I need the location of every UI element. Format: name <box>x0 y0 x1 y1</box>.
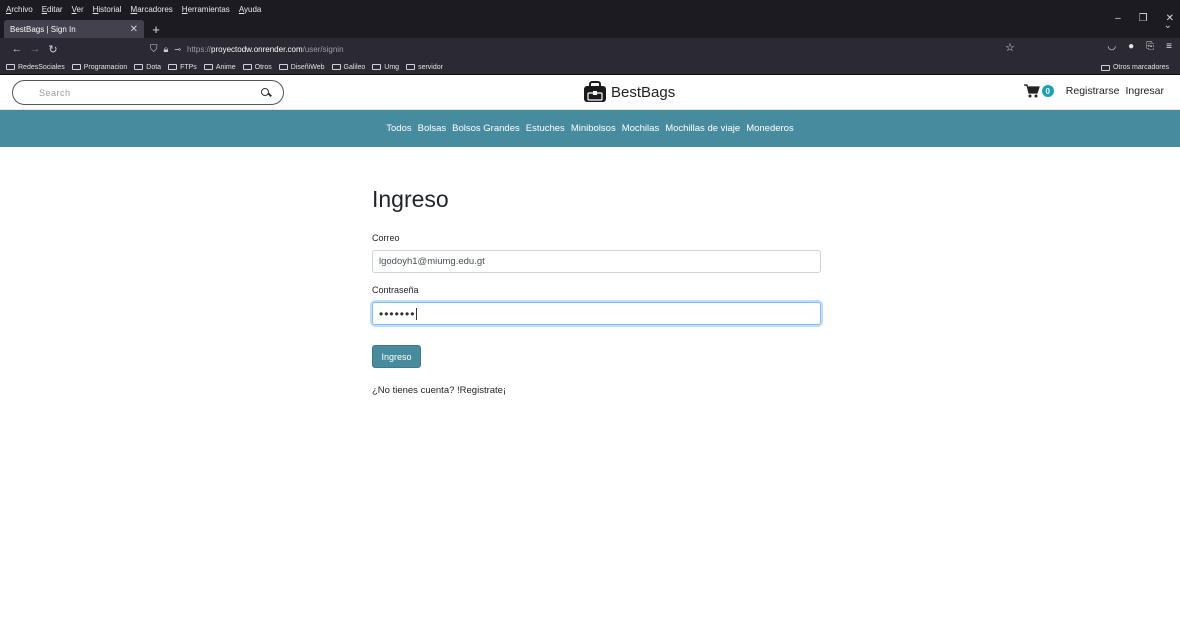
bookmark-folder[interactable]: FTPs <box>168 64 197 71</box>
text-cursor <box>416 307 418 320</box>
bookmark-folder[interactable]: DiseñiWeb <box>278 64 325 71</box>
folder-icon <box>71 64 81 70</box>
toolbar-right: ◡ ● ⎘ ≡ <box>1107 41 1172 52</box>
extensions-icon[interactable]: ⎘ <box>1146 41 1154 52</box>
category-mochilas[interactable]: Mochilas <box>622 123 660 134</box>
forward-arrow-icon[interactable]: → <box>26 43 44 55</box>
category-nav: Todos Bolsas Bolsos Grandes Estuches Min… <box>0 110 1180 147</box>
account-icon[interactable]: ● <box>1128 41 1134 52</box>
close-tab-icon[interactable]: ✕ <box>130 24 138 35</box>
bookmark-folder[interactable]: RedesSociales <box>6 64 65 71</box>
bookmarks-bar: RedesSociales Programacion Dota FTPs Ani… <box>0 60 1180 75</box>
folder-icon <box>134 64 144 70</box>
category-estuches[interactable]: Estuches <box>526 123 565 134</box>
category-monederos[interactable]: Monederos <box>746 123 794 134</box>
brand-name: BestBags <box>611 83 676 101</box>
bag-logo-icon <box>584 81 606 102</box>
password-value: ••••••• <box>379 306 416 321</box>
folder-icon <box>278 64 288 70</box>
email-field[interactable] <box>372 250 821 273</box>
bookmark-folder[interactable]: Umg <box>372 64 399 71</box>
pocket-icon[interactable]: ◡ <box>1107 41 1116 52</box>
category-mochillas-de-viaje[interactable]: Mochillas de viaje <box>665 123 740 134</box>
bookmark-star-icon[interactable]: ☆ <box>1005 41 1015 54</box>
chevron-down-icon[interactable]: ⌄ <box>1164 20 1172 31</box>
menu-herramientas[interactable]: Herramientas <box>182 5 230 14</box>
login-link[interactable]: Ingresar <box>1125 85 1164 97</box>
key-icon[interactable]: ⊸ <box>174 45 181 54</box>
site-header: BestBags 0 Registrarse Ingresar <box>0 75 1180 110</box>
brand-logo-link[interactable]: BestBags <box>583 81 675 103</box>
folder-icon <box>203 64 213 70</box>
header-right: 0 Registrarse Ingresar <box>1023 84 1164 98</box>
tab-title: BestBags | Sign In <box>10 24 76 34</box>
folder-icon <box>242 64 252 70</box>
browser-tab[interactable]: BestBags | Sign In ✕ <box>4 20 144 38</box>
cart-count-badge: 0 <box>1041 85 1054 97</box>
shopping-cart-icon[interactable] <box>1023 84 1040 98</box>
login-form: Ingreso Correo Contraseña ••••••• Ingres… <box>372 186 821 396</box>
folder-icon <box>331 64 341 70</box>
menu-historial[interactable]: Historial <box>93 5 122 14</box>
password-field[interactable]: ••••••• <box>372 302 821 325</box>
search-icon[interactable] <box>259 86 273 100</box>
bookmark-folder[interactable]: Galileo <box>331 64 365 71</box>
submit-button[interactable]: Ingreso <box>372 345 421 368</box>
browser-chrome: Archivo Editar Ver Historial Marcadores … <box>0 0 1180 75</box>
search-box[interactable] <box>12 80 284 105</box>
email-label: Correo <box>372 233 400 243</box>
shield-icon[interactable]: ⛉ <box>150 44 158 55</box>
bookmark-folder[interactable]: Programacion <box>71 64 127 71</box>
menu-ayuda[interactable]: Ayuda <box>239 5 262 14</box>
tab-bar: BestBags | Sign In ✕ + ⌄ <box>0 18 1180 38</box>
password-group: Contraseña ••••••• <box>372 285 821 325</box>
bookmark-folder[interactable]: Dota <box>134 64 161 71</box>
menu-ver[interactable]: Ver <box>72 5 84 14</box>
folder-icon <box>168 64 178 70</box>
folder-icon <box>6 64 15 70</box>
other-bookmarks[interactable]: Otros marcadores <box>1100 60 1169 75</box>
navigation-toolbar: ← → ↻ ⛉ 🔒︎ ⊸ https://proyectodw.onrender… <box>0 38 1180 60</box>
menu-editar[interactable]: Editar <box>42 5 63 14</box>
folder-icon <box>372 64 382 70</box>
folder-icon <box>406 64 416 70</box>
category-minibolsos[interactable]: Minibolsos <box>571 123 616 134</box>
signup-link[interactable]: ¿No tienes cuenta? !Registrate¡ <box>372 385 821 396</box>
page-title: Ingreso <box>372 186 449 212</box>
menu-archivo[interactable]: Archivo <box>6 5 33 14</box>
register-link[interactable]: Registrarse <box>1066 85 1120 97</box>
category-bolsas[interactable]: Bolsas <box>418 123 447 134</box>
hamburger-menu-icon[interactable]: ≡ <box>1166 41 1172 52</box>
url-bar[interactable]: ⛉ 🔒︎ ⊸ https://proyectodw.onrender.com/u… <box>150 40 1030 58</box>
bookmark-folder[interactable]: Anime <box>203 64 236 71</box>
category-bolsos-grandes[interactable]: Bolsos Grandes <box>452 123 520 134</box>
menu-marcadores[interactable]: Marcadores <box>131 5 173 14</box>
search-input[interactable] <box>39 87 259 98</box>
url-text: https://proyectodw.onrender.com/user/sig… <box>187 44 344 54</box>
lock-icon[interactable]: 🔒︎ <box>164 44 169 55</box>
bookmark-folder[interactable]: servidor <box>406 64 443 71</box>
menu-bar: Archivo Editar Ver Historial Marcadores … <box>0 0 1180 24</box>
category-todos[interactable]: Todos <box>386 123 411 134</box>
reload-icon[interactable]: ↻ <box>44 43 62 56</box>
password-label: Contraseña <box>372 285 419 295</box>
folder-icon <box>1100 64 1110 71</box>
back-arrow-icon[interactable]: ← <box>8 43 26 55</box>
email-group: Correo <box>372 233 821 273</box>
bookmark-folder[interactable]: Otros <box>242 64 272 71</box>
new-tab-icon[interactable]: + <box>146 20 166 38</box>
